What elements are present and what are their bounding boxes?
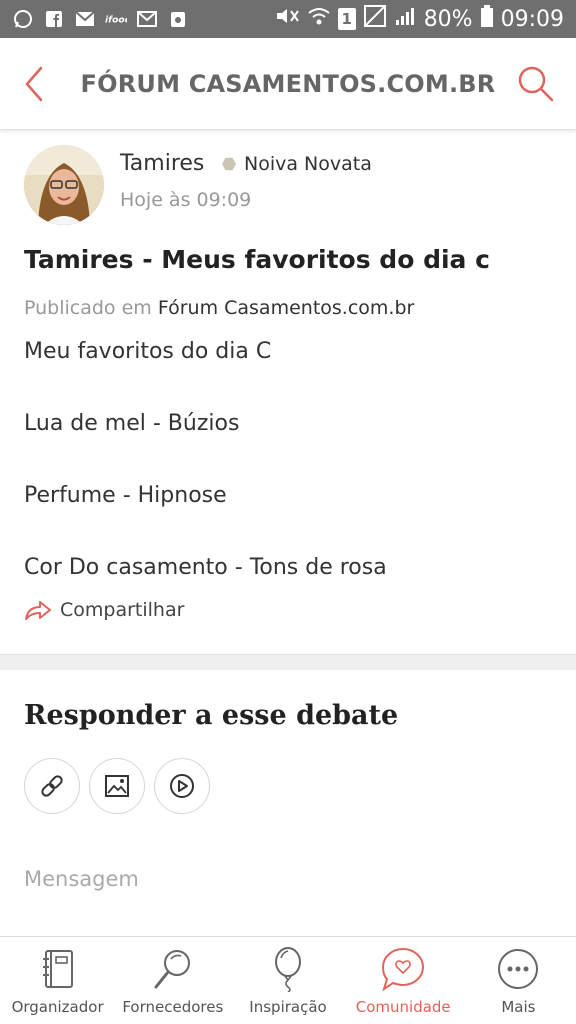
ifood-icon: ifood	[105, 9, 127, 29]
mail-icon	[74, 9, 96, 29]
post-time: Hoje às 09:09	[120, 189, 252, 211]
gmail-icon	[136, 9, 158, 29]
insert-video-button[interactable]	[154, 758, 210, 814]
magnifier-icon	[149, 945, 197, 993]
app-header: FÓRUM CASAMENTOS.COM.BR	[0, 38, 576, 130]
nav-item-fornecedores[interactable]: Fornecedores	[115, 937, 230, 1024]
reply-heading: Responder a esse debate	[24, 700, 399, 731]
nav-label: Inspiração	[249, 998, 327, 1016]
nav-label: Mais	[501, 998, 536, 1016]
app-notification-icon	[167, 9, 189, 29]
avatar-photo	[24, 145, 104, 225]
back-button[interactable]	[16, 62, 52, 106]
notification-icons: ifood	[12, 9, 189, 29]
author-name[interactable]: Tamires	[120, 151, 204, 176]
share-label: Compartilhar	[60, 599, 185, 621]
search-button[interactable]	[514, 62, 558, 106]
sim-indicator: 1	[337, 8, 356, 30]
nav-item-inspiracao[interactable]: Inspiração	[230, 937, 345, 1024]
user-level-badge: Noiva Novata	[222, 153, 372, 175]
page-title: FÓRUM CASAMENTOS.COM.BR	[80, 69, 496, 98]
published-in: Publicado em Fórum Casamentos.com.br	[24, 297, 414, 319]
forum-link[interactable]: Fórum Casamentos.com.br	[158, 297, 414, 319]
nav-item-comunidade[interactable]: Comunidade	[346, 937, 461, 1024]
more-icon	[494, 945, 542, 993]
nav-label: Fornecedores	[122, 998, 224, 1016]
reply-tools	[24, 758, 210, 814]
battery-percent: 80%	[423, 6, 473, 32]
link-icon	[41, 775, 63, 797]
insert-image-button[interactable]	[89, 758, 145, 814]
clock: 09:09	[500, 6, 564, 32]
notebook-icon	[34, 945, 82, 993]
battery-icon	[480, 5, 493, 33]
published-prefix: Publicado em	[24, 297, 152, 319]
no-signal-icon	[363, 5, 386, 33]
status-bar: ifood 1 80% 09:09	[0, 0, 576, 38]
signal-icon	[394, 6, 416, 32]
image-icon	[105, 775, 129, 797]
svg-text:ifood: ifood	[105, 15, 127, 26]
system-status: 1 80% 09:09	[274, 5, 564, 33]
play-icon	[170, 774, 194, 798]
post-body-line: Meu favoritos do dia C	[24, 339, 272, 364]
share-arrow-icon	[25, 601, 51, 620]
nav-label: Organizador	[11, 998, 104, 1016]
whatsapp-icon	[12, 9, 34, 29]
avatar[interactable]	[24, 145, 104, 225]
badge-label: Noiva Novata	[244, 153, 372, 175]
nav-label: Comunidade	[355, 998, 451, 1016]
message-input[interactable]	[24, 862, 552, 896]
post-body-line: Lua de mel - Búzios	[24, 411, 240, 436]
share-button[interactable]: Compartilhar	[24, 599, 184, 621]
balloon-icon	[264, 945, 312, 993]
mute-icon	[274, 6, 300, 32]
nav-item-mais[interactable]: Mais	[461, 937, 576, 1024]
bottom-navigation: Organizador Fornecedores Inspiração Comu…	[0, 936, 576, 1024]
back-arrow-icon	[25, 66, 43, 102]
post-body-line: Perfume - Hipnose	[24, 483, 227, 508]
facebook-icon	[43, 9, 65, 29]
insert-link-button[interactable]	[24, 758, 80, 814]
search-icon	[518, 66, 554, 102]
post-body-line: Cor Do casamento - Tons de rosa	[24, 555, 387, 580]
chat-heart-icon	[379, 945, 427, 993]
post-title: Tamires - Meus favoritos do dia c	[24, 245, 490, 274]
nav-item-organizador[interactable]: Organizador	[0, 937, 115, 1024]
hexagon-icon	[222, 157, 236, 171]
section-divider	[0, 654, 576, 670]
wifi-icon	[308, 6, 330, 32]
